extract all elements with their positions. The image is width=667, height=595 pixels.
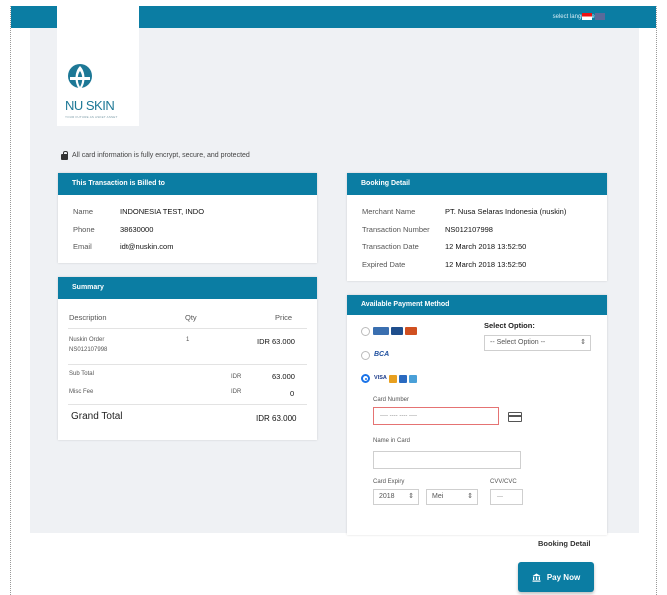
payment-option-select[interactable]: -- Select Option -- ⇕ — [484, 335, 591, 351]
payment-option-value: -- Select Option -- — [490, 339, 546, 346]
summary-card-title: Summary — [58, 277, 317, 299]
visa-logo: VISA — [374, 375, 387, 381]
col-description: Description — [69, 313, 107, 322]
billed-name-label: Name — [73, 207, 94, 216]
txn-date-value: 12 March 2018 13:52:50 — [445, 242, 527, 251]
billed-card: This Transaction is Billed to Name INDON… — [58, 173, 317, 263]
name-in-card-label: Name in Card — [373, 438, 411, 444]
bca-logo: BCA — [374, 351, 390, 358]
item-code: NS012107998 — [69, 347, 108, 353]
nuskin-logo: NU SKIN YOUR FUTURE AS ASKET ASSET — [57, 6, 139, 126]
merchant-label: Merchant Name — [362, 207, 416, 216]
card-number-label: Card Number — [373, 397, 410, 403]
subtotal-value: 63.000 — [272, 372, 295, 381]
item-qty: 1 — [186, 337, 190, 343]
booking-detail-link[interactable]: Booking Detail — [538, 539, 591, 548]
expiry-month-value: Mei — [432, 493, 444, 500]
nuskin-mark-icon — [68, 64, 92, 90]
radio-credit-card[interactable] — [361, 374, 370, 383]
grand-total-label: Grand Total — [71, 411, 123, 422]
txn-value: NS012107998 — [445, 225, 493, 234]
col-qty: Qty — [185, 313, 197, 322]
expiry-year-value: 2018 — [379, 493, 395, 500]
credit-card-icon — [508, 412, 522, 422]
expired-value: 12 March 2018 13:52:50 — [445, 260, 527, 269]
billed-name-value: INDONESIA TEST, INDO — [120, 207, 205, 216]
cvv-label: CVV/CVC — [490, 479, 517, 485]
subtotal-label: Sub Total — [69, 371, 94, 377]
summary-card: Summary Description Qty Price Nuskin Ord… — [58, 277, 317, 440]
lock-icon — [61, 150, 68, 160]
logo-tagline: YOUR FUTURE AS ASKET ASSET — [65, 115, 118, 119]
pay-now-button[interactable]: Pay Now — [518, 562, 594, 592]
pay-now-label: Pay Now — [546, 572, 581, 582]
fee-value: 0 — [290, 389, 295, 398]
fee-currency: IDR — [231, 389, 242, 395]
subtotal-currency: IDR — [231, 374, 242, 380]
secure-note: All card information is fully encrypt, s… — [61, 150, 250, 160]
card-expiry-label: Card Expiry — [373, 479, 405, 485]
transfer-logos — [373, 326, 417, 335]
bank-icon — [532, 573, 541, 582]
summary-divider — [68, 404, 307, 405]
summary-divider — [68, 364, 307, 365]
item-name: Nuskin Order — [69, 337, 105, 343]
billed-card-title: This Transaction is Billed to — [58, 173, 317, 195]
booking-card: Booking Detail Merchant Name PT. Nusa Se… — [347, 173, 607, 281]
item-price: IDR 63.000 — [257, 337, 295, 346]
flag-indonesia-icon[interactable] — [582, 13, 592, 20]
secure-note-text: All card information is fully encrypt, s… — [72, 152, 250, 159]
merchant-value: PT. Nusa Selaras Indonesia (nuskin) — [445, 207, 567, 216]
card-logos — [389, 374, 417, 383]
name-in-card-input[interactable] — [373, 451, 521, 469]
txn-date-label: Transaction Date — [362, 242, 419, 251]
card-number-input[interactable]: ---- ---- ---- ---- — [373, 407, 499, 425]
chevron-updown-icon: ⇕ — [408, 493, 414, 500]
billed-phone-value: 38630000 — [120, 225, 154, 234]
select-option-label: Select Option: — [484, 321, 535, 330]
txn-label: Transaction Number — [362, 225, 430, 234]
billed-email-value: idt@nuskin.com — [120, 242, 174, 251]
booking-card-title: Booking Detail — [347, 173, 607, 195]
expired-label: Expired Date — [362, 260, 406, 269]
payment-card-title: Available Payment Method — [347, 295, 607, 315]
billed-phone-label: Phone — [73, 225, 95, 234]
payment-card: Available Payment Method BCA VISA Select… — [347, 295, 607, 535]
billed-email-label: Email — [73, 242, 92, 251]
grand-total-value: IDR 63.000 — [256, 414, 297, 423]
col-price: Price — [275, 313, 293, 322]
chevron-updown-icon: ⇕ — [580, 339, 586, 346]
logo-text: NU SKIN — [65, 98, 115, 113]
expiry-month-select[interactable]: Mei ⇕ — [426, 489, 478, 505]
expiry-year-select[interactable]: 2018 ⇕ — [373, 489, 419, 505]
summary-divider — [68, 328, 307, 329]
cvv-input[interactable]: --- — [490, 489, 523, 505]
chevron-updown-icon: ⇕ — [467, 493, 473, 500]
radio-transfer[interactable] — [361, 327, 370, 336]
fee-label: Misc Fee — [69, 389, 94, 395]
radio-bca[interactable] — [361, 351, 370, 360]
flag-english-icon[interactable] — [595, 13, 605, 20]
